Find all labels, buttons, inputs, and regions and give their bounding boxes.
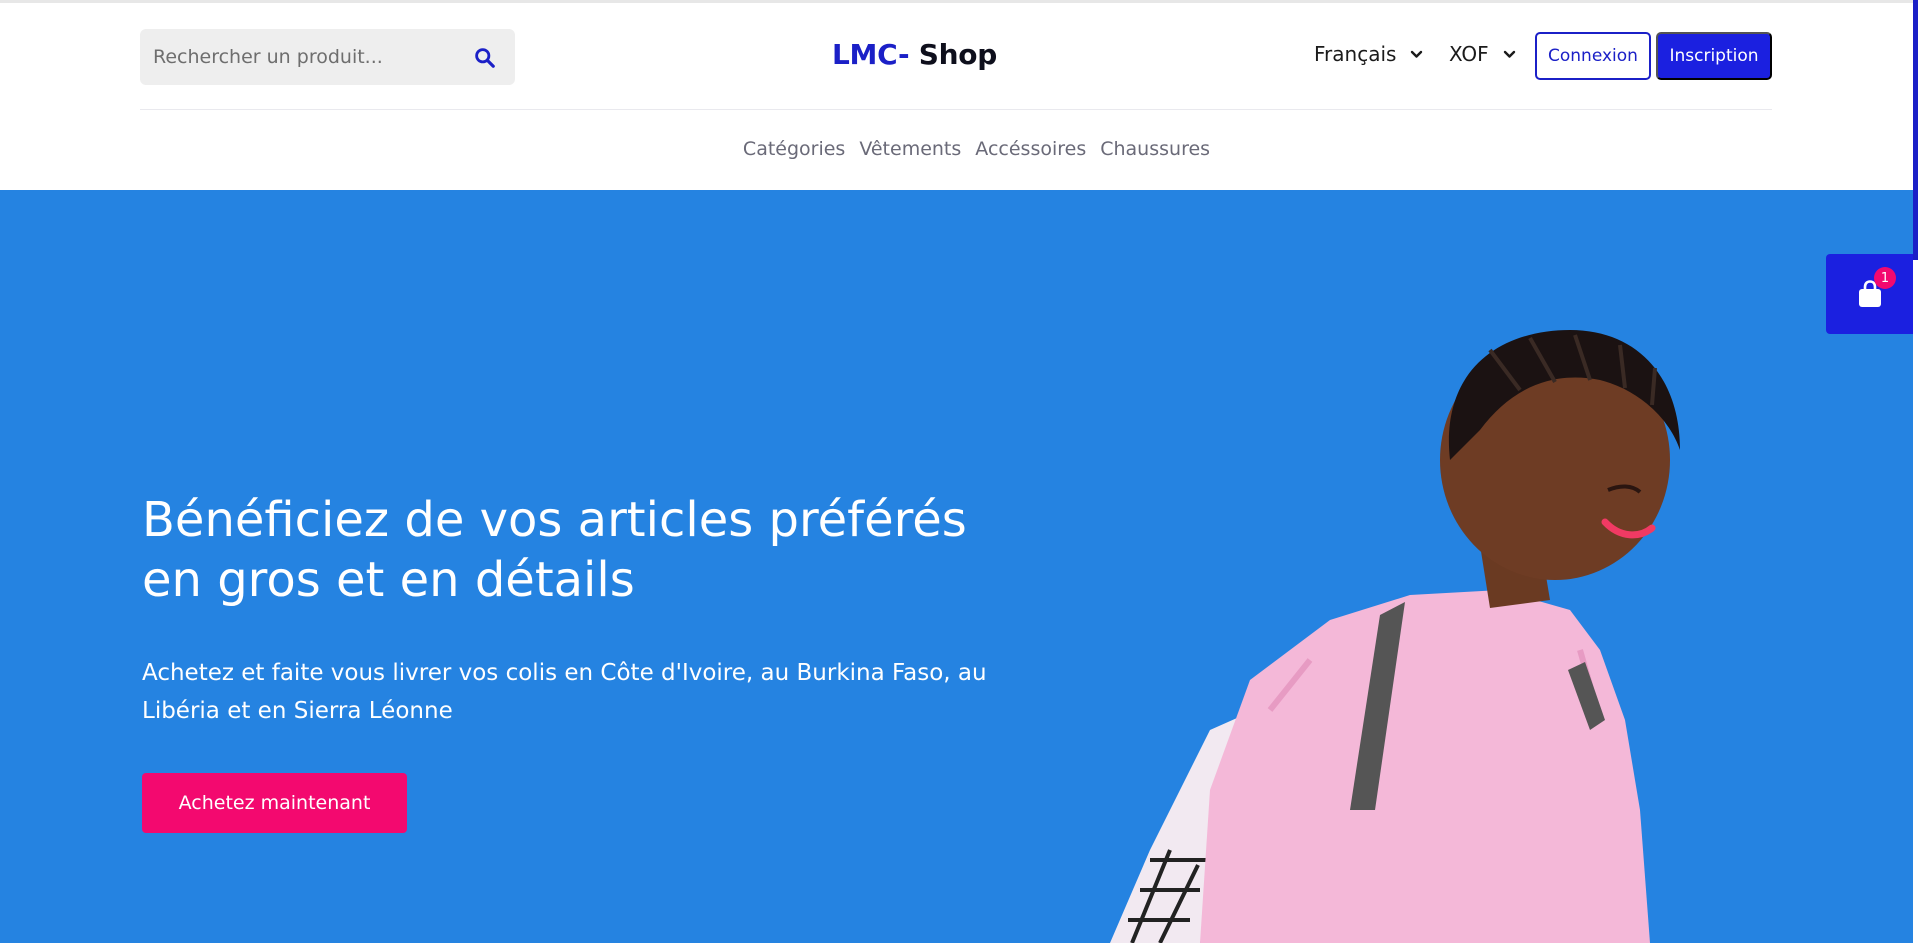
currency-select[interactable]: XOF bbox=[1449, 42, 1516, 66]
search-icon bbox=[474, 47, 495, 68]
signup-button[interactable]: Inscription bbox=[1656, 32, 1772, 80]
logo-part-1: LMC- bbox=[832, 38, 910, 71]
currency-value: XOF bbox=[1449, 42, 1489, 66]
logo-part-2: Shop bbox=[909, 38, 998, 71]
search-box bbox=[140, 29, 515, 85]
cart-button[interactable]: 1 bbox=[1826, 254, 1913, 334]
hero-subtitle: Achetez et faite vous livrer vos colis e… bbox=[142, 660, 987, 724]
hero-model-image bbox=[1110, 330, 1680, 943]
header-divider bbox=[140, 109, 1772, 110]
shop-now-button[interactable]: Achetez maintenant bbox=[142, 773, 407, 833]
language-select[interactable]: Français bbox=[1314, 42, 1423, 66]
logo[interactable]: LMC- Shop bbox=[832, 38, 997, 71]
search-button[interactable] bbox=[471, 44, 497, 70]
chevron-down-icon bbox=[1503, 50, 1516, 59]
hero-title: Bénéficiez de vos articles préférés en g… bbox=[142, 492, 967, 608]
nav-item-chaussures[interactable]: Chaussures bbox=[1100, 138, 1210, 160]
search-input[interactable] bbox=[153, 46, 471, 68]
cart-count-badge: 1 bbox=[1874, 267, 1896, 289]
top-border bbox=[0, 0, 1913, 3]
category-nav: Catégories Vêtements Accéssoires Chaussu… bbox=[0, 138, 1913, 160]
nav-item-vetements[interactable]: Vêtements bbox=[859, 138, 961, 160]
nav-item-accessoires[interactable]: Accéssoires bbox=[975, 138, 1086, 160]
scrollbar-strip[interactable] bbox=[1913, 0, 1918, 260]
chevron-down-icon bbox=[1410, 50, 1423, 59]
nav-item-categories[interactable]: Catégories bbox=[743, 138, 845, 160]
page: LMC- Shop Français XOF Connexion Inscrip… bbox=[0, 0, 1918, 943]
login-button[interactable]: Connexion bbox=[1535, 32, 1651, 80]
language-value: Français bbox=[1314, 42, 1397, 66]
hero-banner: Bénéficiez de vos articles préférés en g… bbox=[0, 190, 1913, 943]
